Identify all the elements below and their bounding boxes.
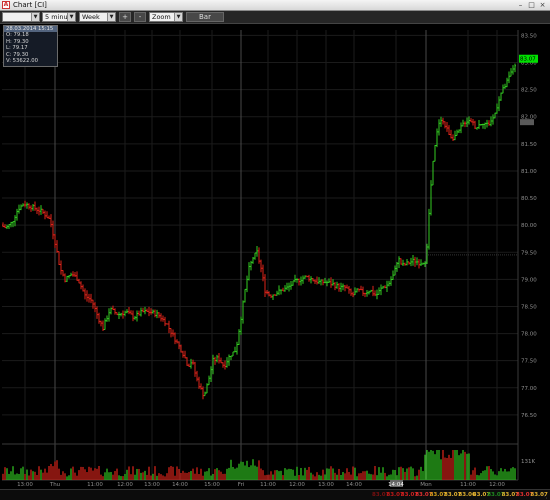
- time-tick-label: 12:00: [489, 482, 505, 488]
- quote-status-bar: 83.07 83.07 83.07 83.07 83.07 83.07 83.06 83.07…: [0, 489, 550, 500]
- range-select-value: Week: [82, 13, 100, 21]
- chevron-down-icon[interactable]: ▼: [31, 13, 39, 21]
- price-tick-label: 83.50: [521, 33, 537, 39]
- chart-type-button[interactable]: Bar: [186, 12, 224, 22]
- price-tick-label: 81.00: [521, 169, 537, 175]
- resize-grip-icon[interactable]: ⋱: [541, 492, 549, 500]
- time-tick-label: 12:00: [117, 482, 133, 488]
- info-box-volume: V: 53622.00: [6, 58, 38, 64]
- chevron-down-icon[interactable]: ▼: [107, 13, 115, 21]
- price-tick-label: 80.00: [521, 223, 537, 229]
- time-tick-label: 13:00: [318, 482, 334, 488]
- price-tick-label: 79.00: [521, 277, 537, 283]
- range-select[interactable]: Week ▼: [79, 12, 116, 22]
- time-tick-label: 11:00: [260, 482, 276, 488]
- price-tick-label: 80.50: [521, 196, 537, 202]
- window-title: Chart [CI]: [13, 1, 47, 9]
- price-tick-label: 76.50: [521, 413, 537, 419]
- zoom-out-button[interactable]: -: [134, 12, 146, 22]
- price-tick-label: 77.00: [521, 386, 537, 392]
- zoom-select[interactable]: Zoom ▼: [149, 12, 183, 22]
- ohlc-info-box: 28.03.2014 15:15 O: 79.18 H: 79.30 L: 79…: [3, 25, 58, 67]
- close-icon[interactable]: ×: [538, 1, 547, 9]
- price-tick-label: 78.50: [521, 304, 537, 310]
- price-tick-label: 81.50: [521, 142, 537, 148]
- chevron-down-icon[interactable]: ▼: [67, 13, 75, 21]
- time-tick-label: 13:00: [144, 482, 160, 488]
- time-tick-label: Thu: [49, 482, 60, 488]
- interval-select[interactable]: 5 minutes ▼: [42, 12, 76, 22]
- time-tick-label: 13:00: [17, 482, 33, 488]
- time-tick-label: 15:00: [204, 482, 220, 488]
- app-icon: A: [2, 1, 10, 9]
- price-tick-label: 77.50: [521, 359, 537, 365]
- price-marker: [520, 119, 534, 126]
- time-tick-label: 14:00: [346, 482, 362, 488]
- window-titlebar: A Chart [CI] – □ ×: [0, 0, 550, 11]
- time-tick-label: Fri: [238, 482, 245, 488]
- time-tick-label: 11:00: [460, 482, 476, 488]
- volume-tick-label: 131K: [521, 459, 535, 465]
- last-price-label: 83.07: [520, 57, 536, 63]
- maximize-icon[interactable]: □: [527, 1, 536, 9]
- zoom-select-value: Zoom: [152, 13, 171, 21]
- time-tick-label: 14:00: [172, 482, 188, 488]
- price-tick-label: 79.50: [521, 250, 537, 256]
- zoom-in-button[interactable]: +: [119, 12, 131, 22]
- price-tick-label: 82.50: [521, 88, 537, 94]
- time-tick-label: 14:04: [388, 482, 404, 488]
- chevron-down-icon[interactable]: ▼: [174, 13, 182, 21]
- time-tick-label: 12:00: [289, 482, 305, 488]
- minimize-icon[interactable]: –: [516, 1, 525, 9]
- price-chart[interactable]: 83.5083.0082.5082.0081.5081.0080.5080.00…: [0, 24, 550, 489]
- time-tick-label: 11:00: [87, 482, 103, 488]
- symbol-select[interactable]: ▼: [2, 12, 40, 22]
- time-tick-label: Mon: [420, 482, 432, 488]
- chart-toolbar: ▼ 5 minutes ▼ Week ▼ + - Zoom ▼ Bar: [0, 11, 550, 24]
- price-tick-label: 78.00: [521, 332, 537, 338]
